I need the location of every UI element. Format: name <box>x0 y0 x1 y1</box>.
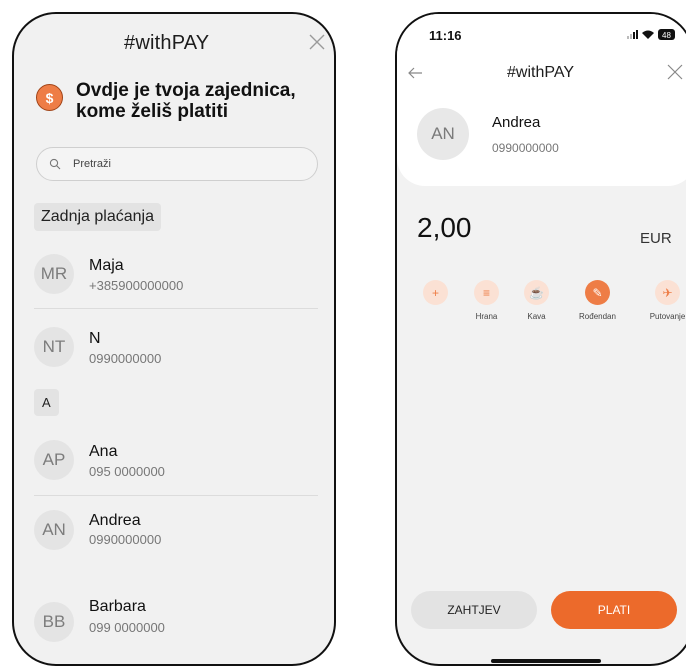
contact-name: Barbara <box>89 598 146 615</box>
back-arrow-icon[interactable] <box>407 66 423 80</box>
contact-phone: 0990000000 <box>89 532 162 547</box>
status-icons: 48 <box>627 29 675 40</box>
avatar: AN <box>34 510 74 550</box>
plus-icon: + <box>423 280 448 305</box>
birthday-icon: ✎ <box>585 280 610 305</box>
contact-name: N <box>89 330 101 347</box>
screen-title: #withPAY <box>507 64 574 81</box>
avatar: NT <box>34 327 74 367</box>
amount-input[interactable]: 2,00 <box>417 212 472 244</box>
screen-title: #withPAY <box>124 32 210 54</box>
pay-button[interactable]: PLATI <box>551 591 677 629</box>
search-placeholder: Pretraži <box>73 158 111 170</box>
category-label: Kava <box>527 312 546 321</box>
section-recent-payments: Zadnja plaćanja <box>34 203 161 231</box>
request-button[interactable]: ZAHTJEV <box>411 591 537 629</box>
contact-name: Andrea <box>89 512 141 529</box>
payment-screen: 11:16 48 #withPAY AN Andrea 0990000000 2… <box>395 12 686 666</box>
category-kava[interactable]: ☕ Kava <box>508 280 568 326</box>
recipient-phone: 0990000000 <box>492 141 559 155</box>
avatar: BB <box>34 602 74 642</box>
home-indicator[interactable] <box>491 659 601 663</box>
recipient-name: Andrea <box>492 114 541 131</box>
category-putovanje[interactable]: ✈ Putovanje <box>639 280 686 326</box>
category-label: Putovanje <box>649 312 686 321</box>
avatar: AP <box>34 440 74 480</box>
hero-heading: Ovdje je tvoja zajednica, kome želiš pla… <box>76 80 296 122</box>
plane-icon: ✈ <box>655 280 680 305</box>
avatar: MR <box>34 254 74 294</box>
coin-icon: $ <box>36 84 63 111</box>
recipient-header: 11:16 48 #withPAY AN Andrea 0990000000 <box>397 14 686 186</box>
divider <box>34 308 318 309</box>
coffee-icon: ☕ <box>524 280 549 305</box>
food-icon: ≡ <box>474 280 499 305</box>
contact-name: Maja <box>89 257 124 274</box>
contacts-screen: #withPAY $ Ovdje je tvoja zajednica, kom… <box>12 12 336 666</box>
contact-phone: 095 0000000 <box>89 464 165 479</box>
close-icon[interactable] <box>667 64 683 80</box>
category-rodendan[interactable]: ✎ Rođendan <box>569 280 629 326</box>
battery-level: 48 <box>662 31 671 40</box>
avatar: AN <box>417 108 469 160</box>
contact-phone: 0990000000 <box>89 351 162 366</box>
divider <box>34 495 318 496</box>
section-letter-a: A <box>34 389 59 416</box>
contact-name: Ana <box>89 443 118 460</box>
close-icon[interactable] <box>307 32 327 52</box>
status-time: 11:16 <box>429 28 462 43</box>
search-input[interactable]: Pretraži <box>36 147 318 181</box>
search-icon <box>49 158 61 170</box>
category-label: Rođendan <box>579 312 616 321</box>
contact-phone: 099 0000000 <box>89 620 165 635</box>
category-label: Hrana <box>475 312 498 321</box>
currency-label: EUR <box>640 230 672 247</box>
contact-phone: +385900000000 <box>89 278 184 293</box>
